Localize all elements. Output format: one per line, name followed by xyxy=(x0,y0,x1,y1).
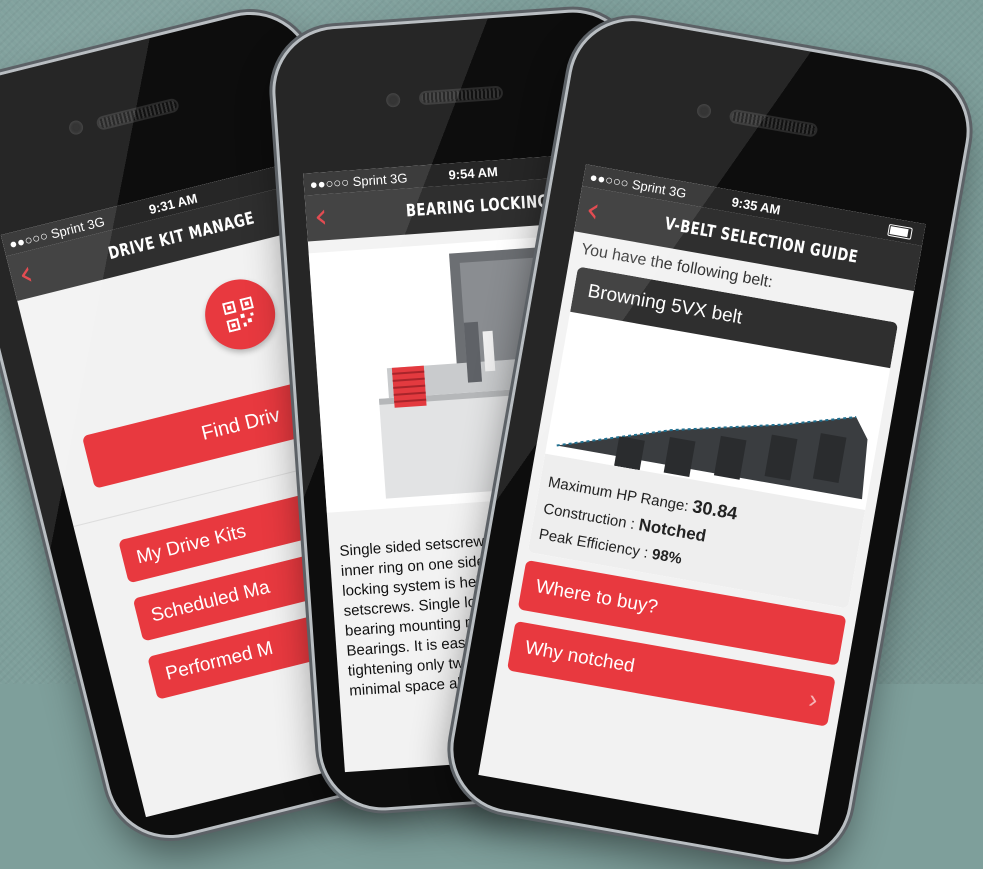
front-camera-icon xyxy=(385,92,401,108)
clock: 9:54 AM xyxy=(448,164,499,183)
back-chevron-icon[interactable]: ‹ xyxy=(14,253,37,295)
qr-scan-button[interactable] xyxy=(197,271,283,357)
chevron-right-icon: › xyxy=(806,682,821,714)
screen-right: ●●○○○ Sprint 3G 9:35 AM ‹ V-BELT SELECTI… xyxy=(478,164,926,835)
back-chevron-icon[interactable]: ‹ xyxy=(313,196,329,237)
earpiece-speaker xyxy=(420,87,502,104)
front-camera-icon xyxy=(67,119,85,137)
earpiece-speaker xyxy=(730,110,817,136)
battery-icon xyxy=(887,223,913,240)
qr-code-icon xyxy=(221,296,254,333)
earpiece-speaker xyxy=(97,99,178,129)
back-chevron-icon[interactable]: ‹ xyxy=(583,189,603,231)
front-camera-icon xyxy=(695,102,713,120)
